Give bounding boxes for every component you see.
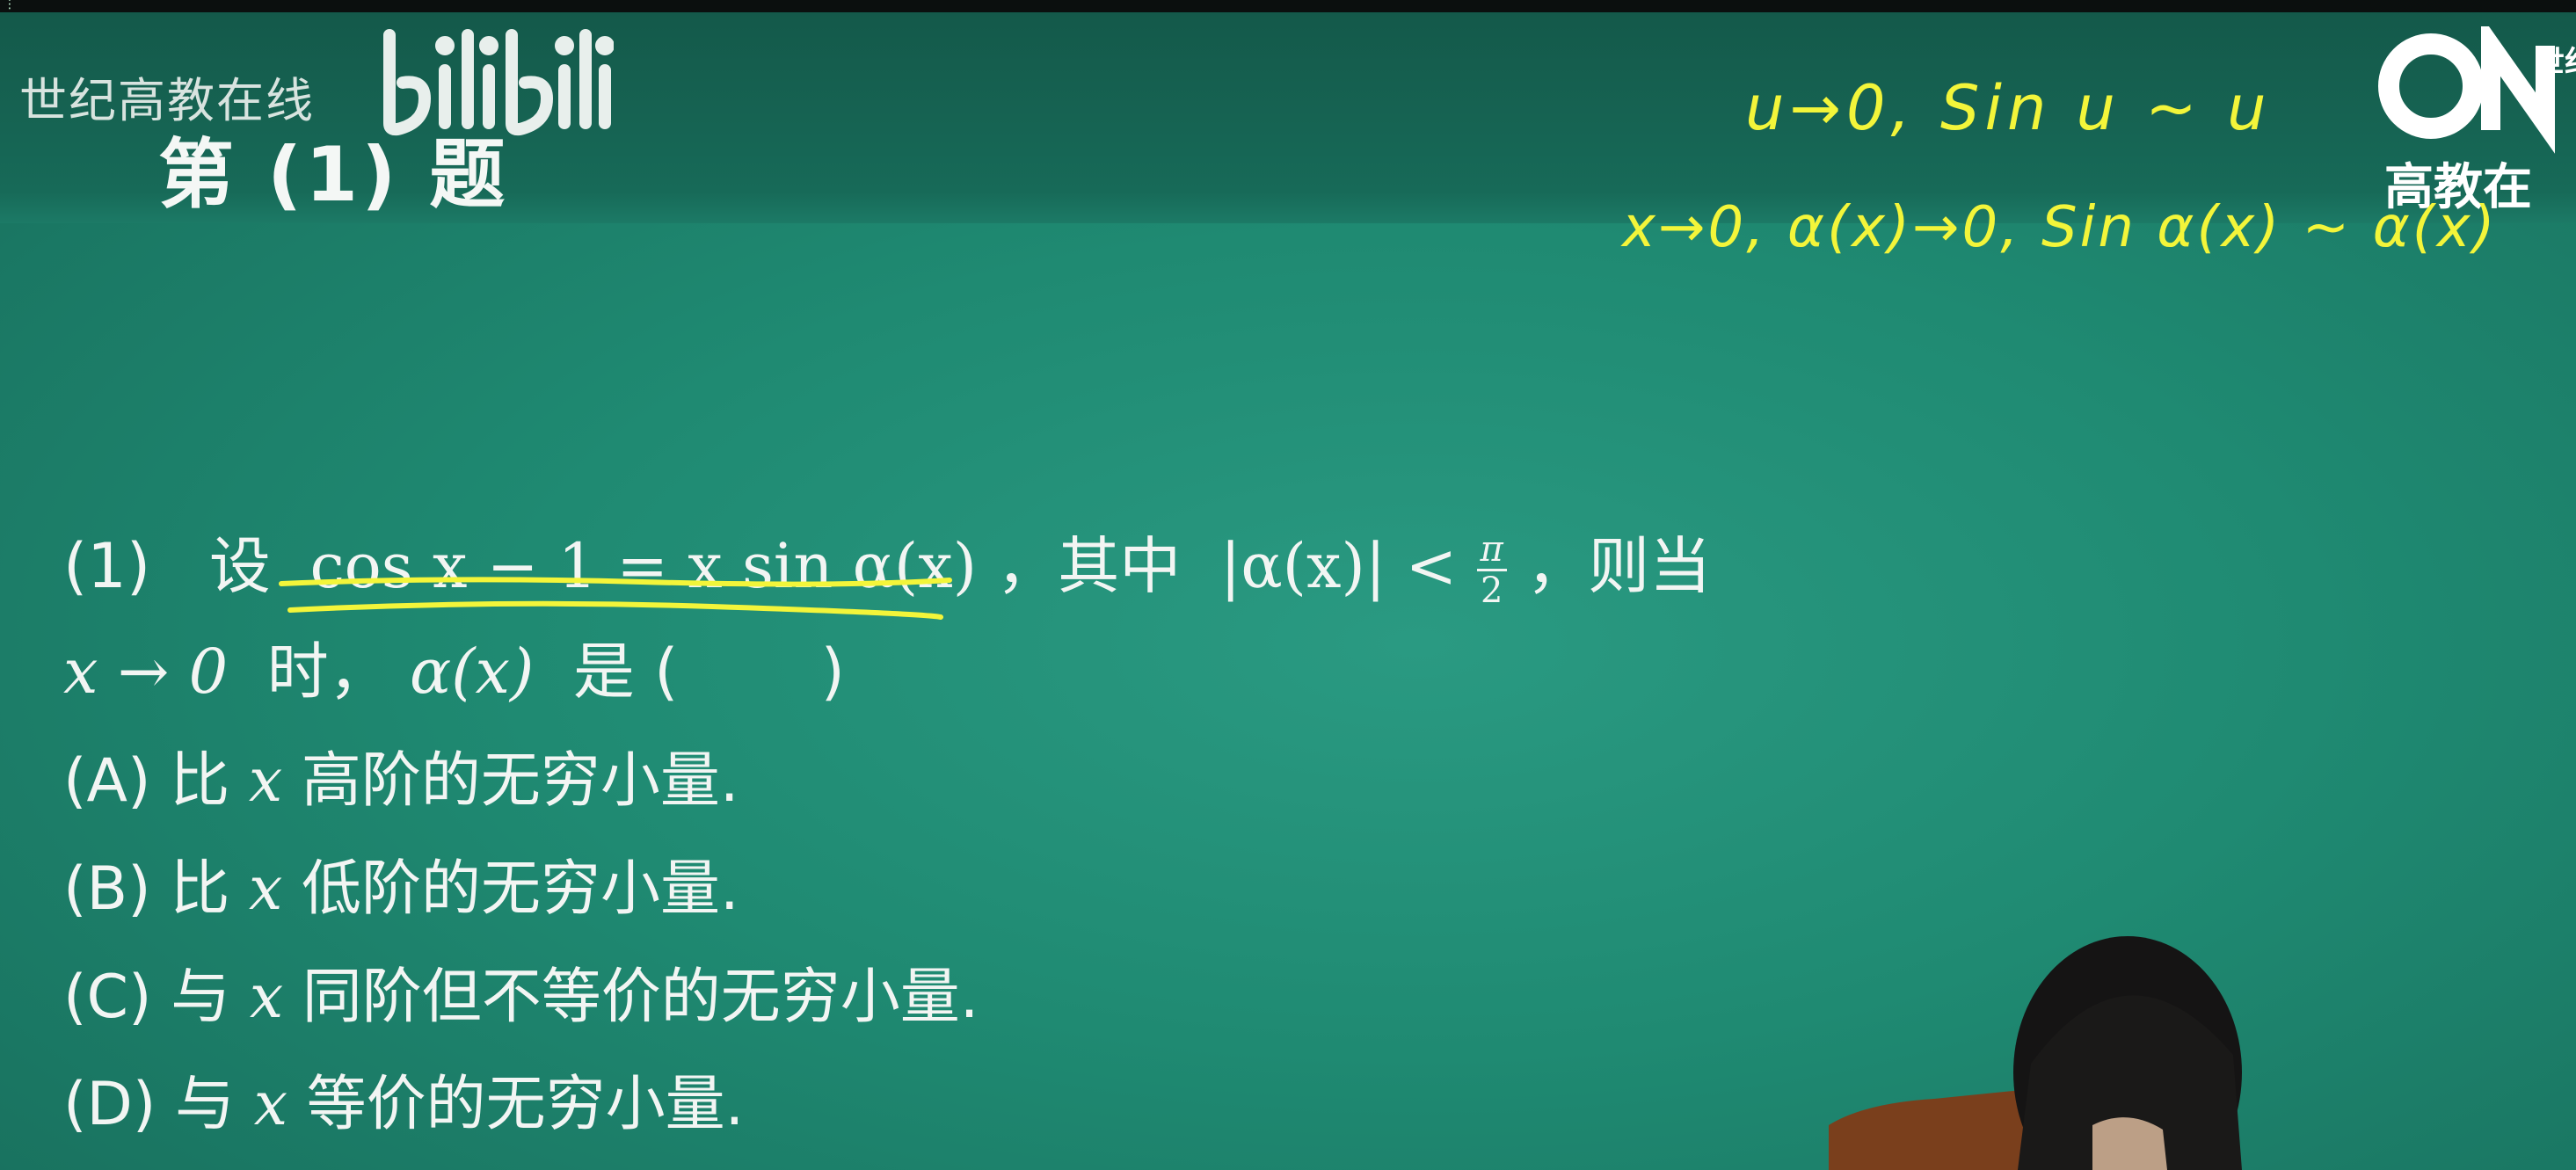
handwritten-note-2: x→0, α(x)→0, Sin α(x) ~ α(x) [1622,195,2498,260]
brand-side-text: 世纪 [2535,45,2576,80]
presenter-figure [1829,936,2242,1170]
option-pre: 比 [170,854,230,924]
option-d: (D) 与 x 等价的无穷小量. [63,1055,744,1142]
fraction-pi-over-2: π 2 [1476,530,1507,612]
question-number: (1) [63,530,151,602]
question-tail: ，则当 [1526,530,1712,602]
option-text: 低阶的无穷小量. [301,854,739,924]
option-var: x [249,963,284,1032]
option-b: (B) 比 x 低阶的无穷小量. [63,839,739,927]
option-label: (B) [63,854,151,924]
option-pre: 比 [170,746,230,816]
option-text: 高阶的无穷小量. [301,746,739,816]
option-text: 等价的无穷小量. [306,1070,745,1139]
question-blank: 是 ( ) [572,636,845,708]
handwritten-note-1: u→0, Sin u ~ u [1745,72,2272,144]
option-var: x [248,854,283,924]
option-text: 同阶但不等价的无穷小量. [302,963,979,1032]
option-a: (A) 比 x 高阶的无穷小量. [63,731,739,818]
question-condition: |α(x)| < [1219,530,1458,602]
option-c: (C) 与 x 同阶但不等价的无穷小量. [63,948,979,1035]
option-var: x [253,1070,288,1139]
fraction-numerator: π [1476,530,1507,572]
highlight-underline [279,577,952,620]
option-label: (D) [63,1070,156,1139]
option-label: (C) [63,963,152,1032]
limit-expression: x → 0 [63,636,229,708]
option-pre: 与 [171,963,231,1032]
option-label: (A) [63,746,151,816]
top-strip [0,0,2576,12]
question-line2-text: 时， [266,636,390,708]
fraction-denominator: 2 [1480,570,1503,612]
alpha-expression: α(x) [409,636,535,708]
question-mid: ，其中 [996,530,1182,602]
menu-dots-icon[interactable]: ⋮ [4,0,16,11]
question-line-2: x → 0 时， α(x) 是 ( ) [63,622,845,711]
option-pre: 与 [175,1070,236,1139]
question-lead: 设 [208,530,271,602]
section-title: 第 (1) 题 [158,131,509,219]
option-var: x [248,746,283,816]
